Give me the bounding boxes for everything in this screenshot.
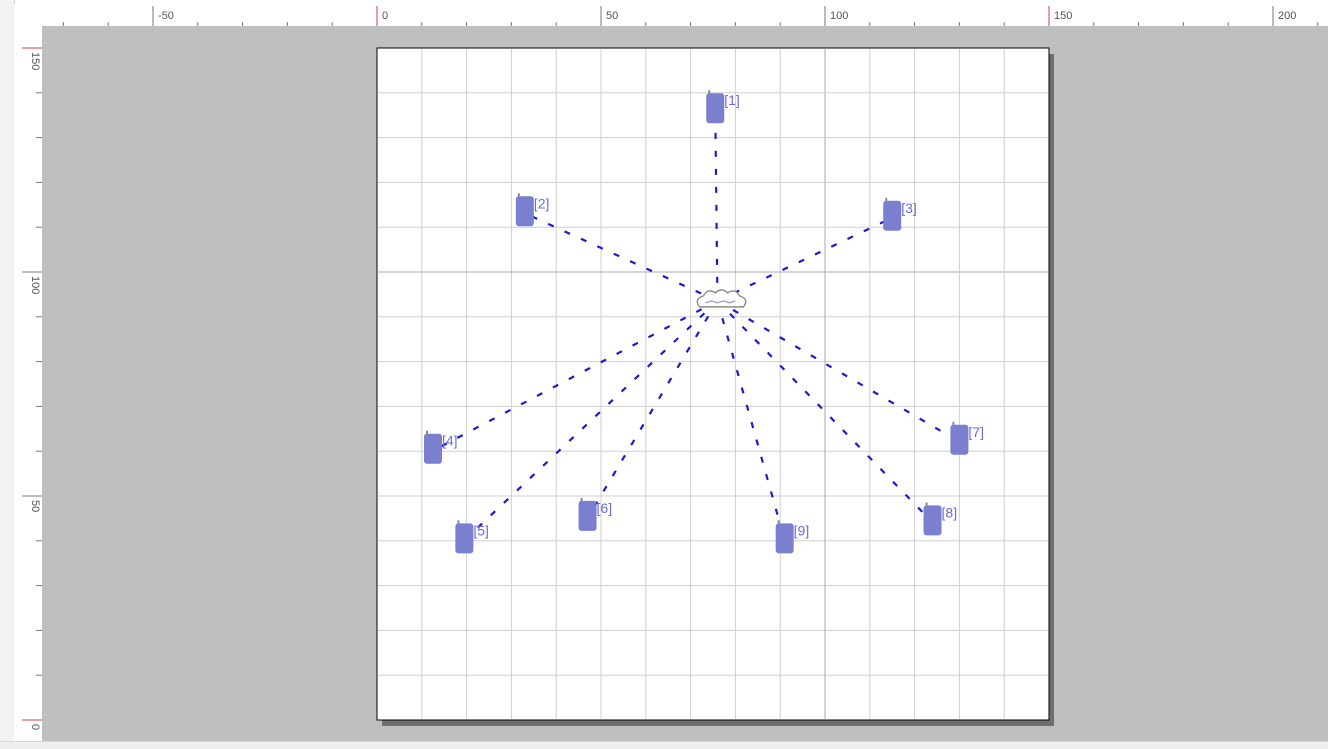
node-label: [2] bbox=[534, 195, 550, 211]
node-label: [1] bbox=[724, 92, 740, 108]
ruler-label: -50 bbox=[158, 10, 174, 22]
ruler-label: 50 bbox=[606, 10, 618, 22]
wireless-node-icon[interactable] bbox=[455, 523, 474, 554]
network-canvas[interactable]: -50 0 50 100 150 200 150 100 50 0 [1] [2] [3] [4] [5]… bbox=[0, 0, 1328, 748]
wireless-node-icon[interactable] bbox=[424, 433, 442, 464]
node-label: [5] bbox=[473, 522, 489, 538]
ruler-label: 0 bbox=[29, 724, 41, 730]
ruler-label: 150 bbox=[1054, 10, 1072, 22]
ruler-label: 150 bbox=[29, 52, 41, 70]
node-label: [7] bbox=[968, 424, 984, 440]
node-label: [3] bbox=[901, 200, 917, 216]
wireless-node-icon[interactable] bbox=[706, 93, 725, 124]
wireless-node-icon[interactable] bbox=[923, 505, 942, 536]
plot-area[interactable] bbox=[376, 47, 1050, 721]
wireless-node-icon[interactable] bbox=[883, 200, 902, 231]
ruler-label: 0 bbox=[382, 10, 388, 22]
wireless-node-icon[interactable] bbox=[515, 196, 534, 227]
wireless-node-icon[interactable] bbox=[775, 523, 794, 554]
ruler-label: 100 bbox=[29, 276, 41, 294]
wireless-node-icon[interactable] bbox=[950, 424, 969, 455]
node-label: [4] bbox=[442, 433, 458, 449]
node-label: [8] bbox=[942, 504, 958, 520]
node-label: [9] bbox=[794, 522, 810, 538]
ruler-label: 100 bbox=[830, 10, 848, 22]
wireless-node-icon[interactable] bbox=[578, 500, 597, 531]
ruler-label: 50 bbox=[29, 500, 41, 512]
node-label: [6] bbox=[597, 500, 613, 516]
ruler-label: 200 bbox=[1278, 10, 1296, 22]
